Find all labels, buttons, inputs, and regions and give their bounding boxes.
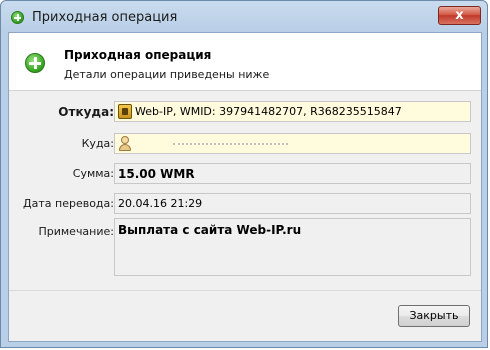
window-title: Приходная операция	[32, 10, 178, 25]
date-field[interactable]: 20.04.16 21:29	[114, 193, 471, 214]
user-icon	[118, 136, 132, 151]
from-value: Web-IP, WMID: 397941482707, R36823551584…	[135, 105, 402, 118]
amount-field[interactable]: 15.00 WMR	[114, 163, 471, 184]
plus-circle-icon	[25, 53, 45, 73]
title-bar[interactable]: Приходная операция x	[1, 1, 487, 31]
dialog-body: Приходная операция Детали операции приве…	[8, 32, 482, 342]
redacted-value	[173, 143, 288, 147]
to-field[interactable]	[114, 133, 471, 154]
close-button[interactable]: Закрыть	[398, 305, 470, 327]
date-label: Дата перевода:	[23, 197, 114, 210]
date-value: 20.04.16 21:29	[118, 197, 203, 210]
amount-value: 15.00 WMR	[118, 167, 195, 181]
note-value: Выплата с сайта Web-IP.ru	[118, 223, 302, 237]
note-field[interactable]: Выплата с сайта Web-IP.ru	[114, 218, 471, 276]
dialog-window: Приходная операция x Приходная операция …	[0, 0, 488, 348]
add-income-icon	[11, 11, 24, 24]
close-icon: x	[455, 8, 464, 23]
header-subtitle: Детали операции приведены ниже	[64, 68, 270, 81]
to-label: Куда:	[81, 137, 114, 150]
amount-label: Сумма:	[72, 167, 114, 180]
dialog-header: Приходная операция Детали операции приве…	[9, 33, 481, 91]
from-label: Откуда:	[58, 105, 114, 119]
purse-icon	[118, 104, 132, 119]
from-field[interactable]: Web-IP, WMID: 397941482707, R36823551584…	[114, 101, 471, 122]
footer-divider	[9, 290, 481, 291]
window-close-button[interactable]: x	[438, 6, 481, 25]
header-title: Приходная операция	[64, 48, 212, 62]
note-label: Примечание:	[38, 225, 114, 238]
